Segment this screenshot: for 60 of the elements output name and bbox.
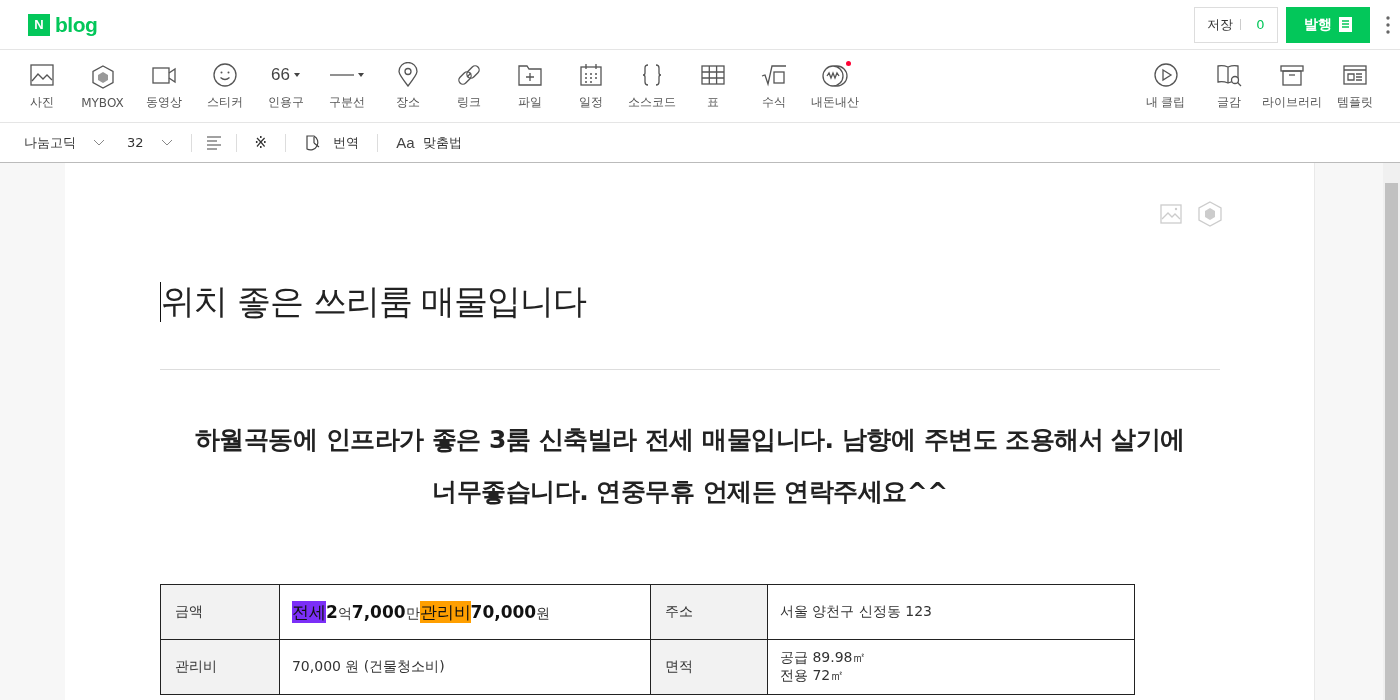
toolbar-button[interactable]: 라이브러리 [1260,50,1323,122]
toolbar-button[interactable]: 일정 [560,50,621,122]
post-title[interactable]: 위치 좋은 쓰리룸 매물입니다 [160,279,587,325]
toolbar-button[interactable]: 표 [682,50,743,122]
body-paragraph: 하월곡동에 인프라가 좋은 3룸 신축빌라 전세 매물입니다. 남향에 주변도 조용해서 살기에 너무좋습니다. 연중무휴 언제든 연락주세요^^ [194,424,1186,508]
toolbar-button[interactable]: 파일 [499,50,560,122]
table-cell: 서울 양천구 신정동 123 [767,584,1135,640]
toolbar-button[interactable]: MYBOX [72,50,133,122]
align-left-icon[interactable] [205,135,222,150]
toolbar-button[interactable]: 내돈내산 [804,50,865,122]
table-header-cell: 금액 [160,584,280,640]
toolbar-button[interactable]: 링크 [438,50,499,122]
cube-icon[interactable] [1197,201,1222,227]
toolbar-button[interactable]: 스티커 [194,50,255,122]
text-cursor [159,282,161,322]
table-header-cell: 관리비 [160,639,280,695]
chevron-down-icon [160,139,173,146]
chevron-down-icon [93,139,105,146]
toolbar-button[interactable]: 수식 [743,50,804,122]
toolbar-button[interactable]: 사진 [11,50,72,122]
toolbar-button[interactable]: 66 인용구 [255,50,316,122]
table-cell: 70,000 원 (건물청소비) [279,639,651,695]
toolbar-button[interactable]: 소스코드 [621,50,682,122]
symbol-button[interactable]: ※ [250,133,272,152]
toolbar-button[interactable]: 내 클립 [1134,50,1197,122]
table-header-cell: 주소 [650,584,768,640]
toolbar-button[interactable]: 장소 [377,50,438,122]
coin-circles-icon [821,62,848,88]
book-search-icon [1215,62,1242,88]
save-button[interactable]: 저장 0 [1194,6,1278,43]
translate-button[interactable]: 번역 [300,133,364,152]
toolbar-button[interactable]: 글감 [1197,50,1260,122]
photo-icon [28,62,55,88]
archive-box-icon [1278,62,1305,88]
size-dropdown[interactable]: 32 [123,135,177,150]
logo-mark: N [28,13,50,36]
toolbar-button[interactable]: 구분선 [316,50,377,122]
scrollbar[interactable] [1383,163,1400,700]
table-grid-icon [699,62,726,88]
toolbar-button[interactable]: 동영상 [133,50,194,122]
square-root-icon [760,62,787,88]
cube-icon [89,63,116,90]
table-header-cell: 면적 [650,639,768,695]
template-icon [1341,62,1368,88]
spelling-icon: Aa [396,134,415,151]
logo-text: blog [55,12,98,37]
image-icon[interactable] [1159,204,1182,224]
calendar-icon [577,62,604,88]
folder-plus-icon [516,62,543,88]
document-icon [1339,17,1352,32]
toolbar-button[interactable]: 템플릿 [1323,50,1386,122]
spelling-button[interactable]: Aa 맞춤법 [392,133,467,152]
smiley-icon [211,62,238,88]
font-dropdown[interactable]: 나눔고딕 [20,133,109,152]
quote-icon: 66 [271,65,290,85]
horizontal-line-icon [329,74,354,76]
table-cell: 공급 89.98㎡ 전용 72㎡ [767,639,1135,695]
link-icon [455,62,482,88]
more-icon[interactable] [1386,15,1390,34]
play-circle-icon [1152,62,1179,88]
